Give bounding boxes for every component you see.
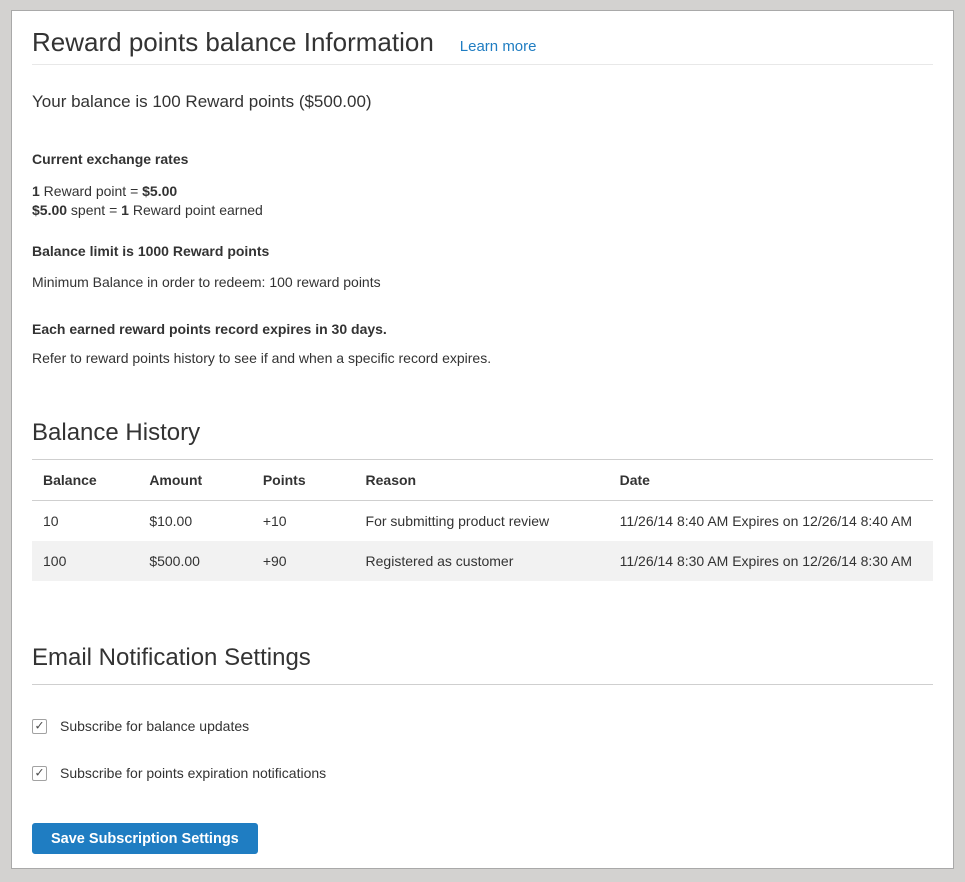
cell-points: +90 — [252, 541, 355, 581]
balance-limit-text: Balance limit is 1000 Reward points — [32, 242, 933, 261]
page-header: Reward points balance Information Learn … — [32, 23, 933, 65]
reward-info-block: Current exchange rates 1 Reward point = … — [32, 150, 933, 368]
expiry-text: Each earned reward points record expires… — [32, 320, 933, 339]
exchange-rates-heading: Current exchange rates — [32, 150, 933, 169]
cell-points: +10 — [252, 501, 355, 542]
column-header-amount: Amount — [138, 460, 252, 501]
earn-rate-line: $5.00 spent = 1 Reward point earned — [32, 201, 933, 220]
expiration-notifications-checkbox[interactable] — [32, 766, 47, 781]
expiration-notifications-option[interactable]: Subscribe for points expiration notifica… — [32, 765, 326, 781]
cell-balance: 100 — [32, 541, 138, 581]
expiration-notifications-label: Subscribe for points expiration notifica… — [60, 765, 326, 781]
balance-history-table: Balance Amount Points Reason Date 10 $10… — [32, 460, 933, 581]
balance-summary: Your balance is 100 Reward points ($500.… — [32, 91, 933, 113]
balance-history-section: Balance History Balance Amount Points Re… — [32, 418, 933, 581]
column-header-date: Date — [609, 460, 933, 501]
min-redeem-text: Minimum Balance in order to redeem: 100 … — [32, 273, 933, 292]
balance-updates-checkbox[interactable] — [32, 719, 47, 734]
expiry-note-text: Refer to reward points history to see if… — [32, 349, 933, 368]
cell-date: 11/26/14 8:30 AM Expires on 12/26/14 8:3… — [609, 541, 933, 581]
email-notification-section: Email Notification Settings Subscribe fo… — [32, 643, 933, 854]
balance-history-heading: Balance History — [32, 418, 933, 460]
exchange-rate-line: 1 Reward point = $5.00 — [32, 182, 933, 201]
learn-more-link[interactable]: Learn more — [460, 38, 537, 55]
cell-date: 11/26/14 8:40 AM Expires on 12/26/14 8:4… — [609, 501, 933, 542]
balance-updates-option[interactable]: Subscribe for balance updates — [32, 718, 249, 734]
balance-updates-label: Subscribe for balance updates — [60, 718, 249, 734]
cell-amount: $500.00 — [138, 541, 252, 581]
cell-reason: For submitting product review — [355, 501, 609, 542]
reward-points-card: Reward points balance Information Learn … — [11, 10, 954, 869]
save-subscription-settings-button[interactable]: Save Subscription Settings — [32, 823, 258, 854]
column-header-balance: Balance — [32, 460, 138, 501]
page-title: Reward points balance Information — [32, 27, 434, 57]
cell-amount: $10.00 — [138, 501, 252, 542]
table-row: 100 $500.00 +90 Registered as customer 1… — [32, 541, 933, 581]
cell-balance: 10 — [32, 501, 138, 542]
cell-reason: Registered as customer — [355, 541, 609, 581]
email-settings-heading: Email Notification Settings — [32, 643, 933, 685]
table-header-row: Balance Amount Points Reason Date — [32, 460, 933, 501]
column-header-points: Points — [252, 460, 355, 501]
table-row: 10 $10.00 +10 For submitting product rev… — [32, 501, 933, 542]
column-header-reason: Reason — [355, 460, 609, 501]
